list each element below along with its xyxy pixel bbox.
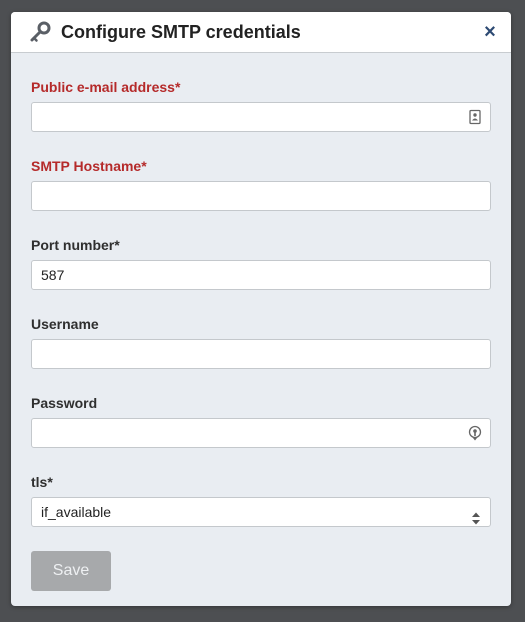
port-field[interactable]: [31, 260, 491, 290]
dialog-title: Configure SMTP credentials: [61, 21, 301, 42]
smtp-credentials-dialog: Configure SMTP credentials × Public e-ma…: [11, 12, 511, 606]
username-field[interactable]: [31, 339, 491, 369]
password-field-label: Password: [31, 395, 98, 411]
password-key-icon[interactable]: [468, 425, 482, 441]
username-field-group: Username: [31, 316, 491, 369]
email-field[interactable]: [31, 102, 491, 132]
port-field-group: Port number*: [31, 237, 491, 290]
tls-field-group: tls* if_available: [31, 474, 491, 527]
contact-card-icon[interactable]: [468, 109, 482, 125]
password-field[interactable]: [31, 418, 491, 448]
close-icon[interactable]: ×: [481, 22, 499, 42]
port-field-label: Port number*: [31, 237, 120, 253]
username-field-label: Username: [31, 316, 99, 332]
email-field-group: Public e-mail address*: [31, 79, 491, 132]
save-button[interactable]: Save: [31, 551, 111, 591]
tls-selected-value: if_available: [41, 504, 112, 520]
select-arrows-icon: [471, 506, 481, 525]
password-field-group: Password: [31, 395, 491, 448]
hostname-field-label: SMTP Hostname*: [31, 158, 147, 174]
hostname-field-group: SMTP Hostname*: [31, 158, 491, 211]
tls-select[interactable]: if_available: [31, 497, 491, 527]
hostname-field[interactable]: [31, 181, 491, 211]
email-field-label: Public e-mail address*: [31, 79, 181, 95]
tls-field-label: tls*: [31, 474, 53, 490]
dialog-body: Public e-mail address* SMTP Hostname* Po…: [11, 53, 511, 591]
key-icon: [29, 21, 51, 43]
dialog-header: Configure SMTP credentials ×: [11, 12, 511, 53]
